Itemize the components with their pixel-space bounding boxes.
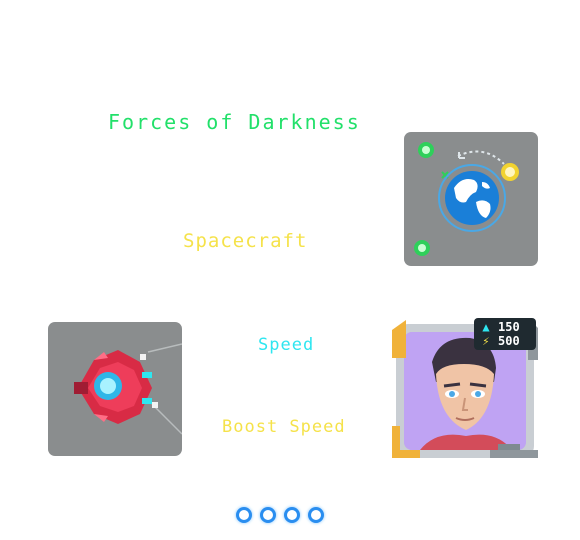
page-indicator [236,507,324,529]
planet-orbit-icon [414,142,519,256]
page-dot-1[interactable] [236,507,252,523]
page-dot-4[interactable] [308,507,324,523]
spacecraft-label: Spacecraft [183,230,308,252]
page-dot-2[interactable] [260,507,276,523]
ship-panel[interactable] [48,322,183,456]
stat2-value: 500 [498,334,520,348]
pilot-stats-badge: ▲ 150 ⚡ 500 [474,318,536,350]
planet-panel[interactable] [404,132,538,266]
boost-speed-stat-label: Boost Speed [222,417,346,437]
lightning-icon: ⚡ [482,334,490,348]
speed-stat-label: Speed [258,335,315,355]
spaceship-icon [74,343,183,435]
page-dot-3[interactable] [284,507,300,523]
stat1-value: 150 [498,320,520,334]
level-up-icon: ▲ [482,320,490,334]
game-title: Forces of Darkness [108,110,361,134]
